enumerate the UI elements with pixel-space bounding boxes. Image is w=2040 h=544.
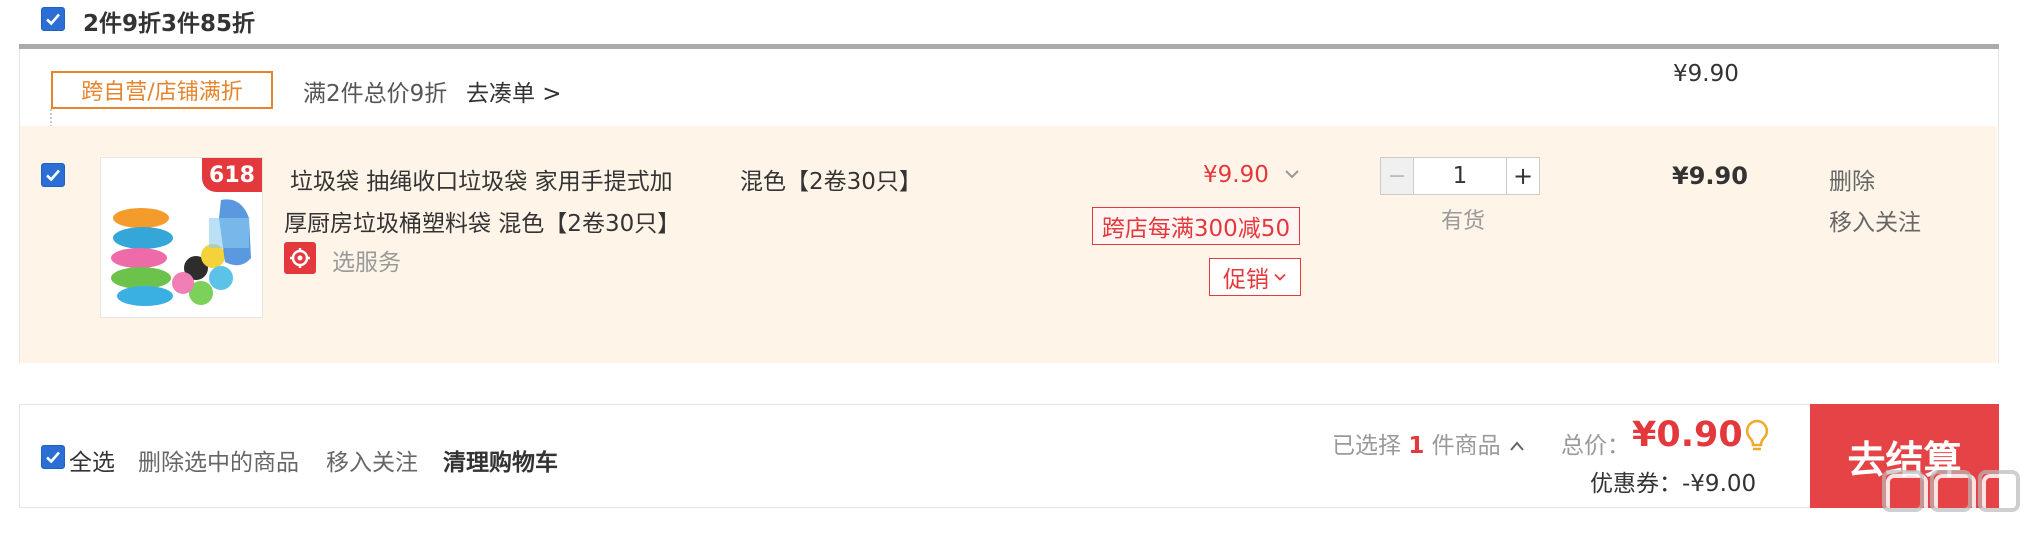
select-all-checkbox[interactable]: [41, 445, 65, 469]
promotion-dropdown[interactable]: 促销: [1209, 258, 1301, 296]
add-more-link[interactable]: 去凑单 >: [466, 74, 562, 108]
check-icon: [46, 169, 60, 182]
selected-prefix: 已选择: [1332, 433, 1401, 459]
delete-item-link[interactable]: 删除: [1829, 162, 1875, 196]
select-service-link[interactable]: 选服务: [332, 243, 401, 277]
total-label: 总价：: [1561, 433, 1630, 459]
chevron-down-icon[interactable]: [1283, 164, 1301, 188]
promo-group-total: ¥9.90: [1673, 61, 1739, 87]
selected-suffix: 件商品: [1431, 433, 1501, 459]
promotion-label: 促销: [1223, 267, 1269, 293]
product-spec: 混色【2卷30只】: [740, 169, 922, 195]
promo-618-badge: 618: [202, 158, 262, 192]
item-subtotal: ¥9.90: [1672, 162, 1748, 190]
checkout-button[interactable]: 去结算: [1810, 404, 1999, 508]
check-icon: [46, 451, 60, 464]
select-all-label[interactable]: 全选: [69, 443, 115, 477]
unit-price: ¥9.90: [1203, 162, 1269, 188]
quantity-stepper: − 1 +: [1380, 157, 1540, 195]
clear-cart-link[interactable]: 清理购物车: [443, 443, 558, 477]
qty-increase-button[interactable]: +: [1506, 157, 1540, 195]
chevron-up-icon: [1510, 441, 1524, 451]
delete-selected-link[interactable]: 删除选中的商品: [138, 443, 299, 477]
service-gear-icon[interactable]: [284, 242, 316, 274]
selected-count: 1: [1408, 433, 1425, 459]
qty-input[interactable]: 1: [1414, 157, 1506, 195]
move-to-favorites-link[interactable]: 移入关注: [1829, 203, 1921, 237]
promo-description: 满2件总价9折: [303, 81, 448, 107]
coupon-discount: 优惠券：-¥9.00: [1590, 471, 1757, 497]
selected-count-toggle[interactable]: 已选择 1 件商品: [1332, 426, 1526, 460]
stock-status: 有货: [1441, 209, 1486, 234]
check-icon: [46, 13, 60, 26]
product-title-line2[interactable]: 厚厨房垃圾桶塑料袋 混色【2卷30只】: [284, 204, 680, 238]
qty-decrease-button[interactable]: −: [1380, 157, 1414, 195]
promo-tag: 跨自营/店铺满折: [51, 71, 273, 109]
group-title: 2件9折3件85折: [83, 11, 256, 37]
product-thumbnail[interactable]: 618: [100, 157, 263, 318]
group-checkbox[interactable]: [41, 7, 65, 31]
total-price: ¥0.90: [1632, 415, 1743, 455]
item-checkbox[interactable]: [41, 163, 65, 187]
lightbulb-icon[interactable]: [1744, 418, 1770, 458]
chevron-down-icon: [1274, 273, 1286, 281]
product-title-line1[interactable]: 垃圾袋 抽绳收口垃圾袋 家用手提式加: [290, 162, 673, 196]
move-selected-to-favorites-link[interactable]: 移入关注: [326, 443, 418, 477]
cross-store-promo-badge: 跨店每满300减50: [1092, 207, 1300, 245]
